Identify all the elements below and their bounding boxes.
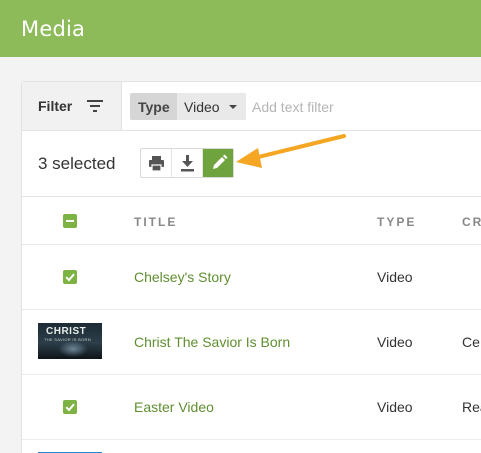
caret-down-icon (229, 105, 237, 109)
row-checkbox[interactable] (63, 400, 77, 414)
chip-key: Type (130, 93, 177, 120)
annotation-arrow-icon (236, 134, 346, 168)
row-checkbox[interactable] (63, 270, 77, 284)
selected-count: 3 selected (38, 154, 116, 173)
media-type: Video (377, 334, 413, 350)
download-button[interactable] (172, 149, 203, 177)
table-row[interactable]: Chelsey's Story Video (22, 245, 481, 310)
filter-bar: Filter Type Video (22, 82, 481, 131)
type-filter-chip[interactable]: Type Video (130, 93, 246, 120)
media-extra: Ce (462, 334, 480, 350)
select-all-checkbox[interactable] (63, 214, 77, 228)
thumbnail-title: CHRIST (46, 326, 87, 337)
media-thumbnail[interactable]: CHRIST THE SAVIOR IS BORN (38, 323, 102, 359)
thumbnail-glow (58, 341, 88, 357)
media-type: Video (377, 269, 413, 285)
media-type: Video (377, 399, 413, 415)
media-extra: Rea (462, 399, 481, 415)
table-header: TITLE TYPE CR (22, 197, 481, 245)
media-title-link[interactable]: Chelsey's Story (134, 269, 231, 285)
filter-label: Filter (38, 98, 73, 114)
pencil-icon (213, 154, 228, 169)
chip-value: Video (184, 99, 220, 115)
page-title: Media (21, 17, 86, 41)
thumbnail-subtitle: THE SAVIOR IS BORN (44, 337, 91, 342)
table-row[interactable]: Easter Video Video Rea (22, 375, 481, 440)
column-type[interactable]: TYPE (377, 215, 416, 229)
minus-icon (66, 220, 74, 222)
download-icon (181, 155, 194, 172)
checkmark-icon (65, 403, 75, 412)
checkmark-icon (65, 273, 75, 282)
edit-button[interactable] (203, 149, 233, 177)
app-header: Media (0, 0, 481, 57)
media-title-link[interactable]: Easter Video (134, 399, 214, 415)
filter-button[interactable]: Filter (22, 82, 122, 130)
media-title-link[interactable]: Christ The Savior Is Born (134, 334, 290, 350)
filter-lines-icon (87, 100, 103, 112)
text-filter-input[interactable] (252, 99, 452, 115)
print-button[interactable] (141, 149, 172, 177)
table-row[interactable]: CHRIST THE SAVIOR IS BORN Christ The Sav… (22, 310, 481, 375)
column-cr[interactable]: CR (462, 215, 481, 229)
bulk-action-toolbar (140, 148, 234, 178)
print-icon (149, 156, 164, 172)
column-title[interactable]: TITLE (134, 215, 177, 229)
